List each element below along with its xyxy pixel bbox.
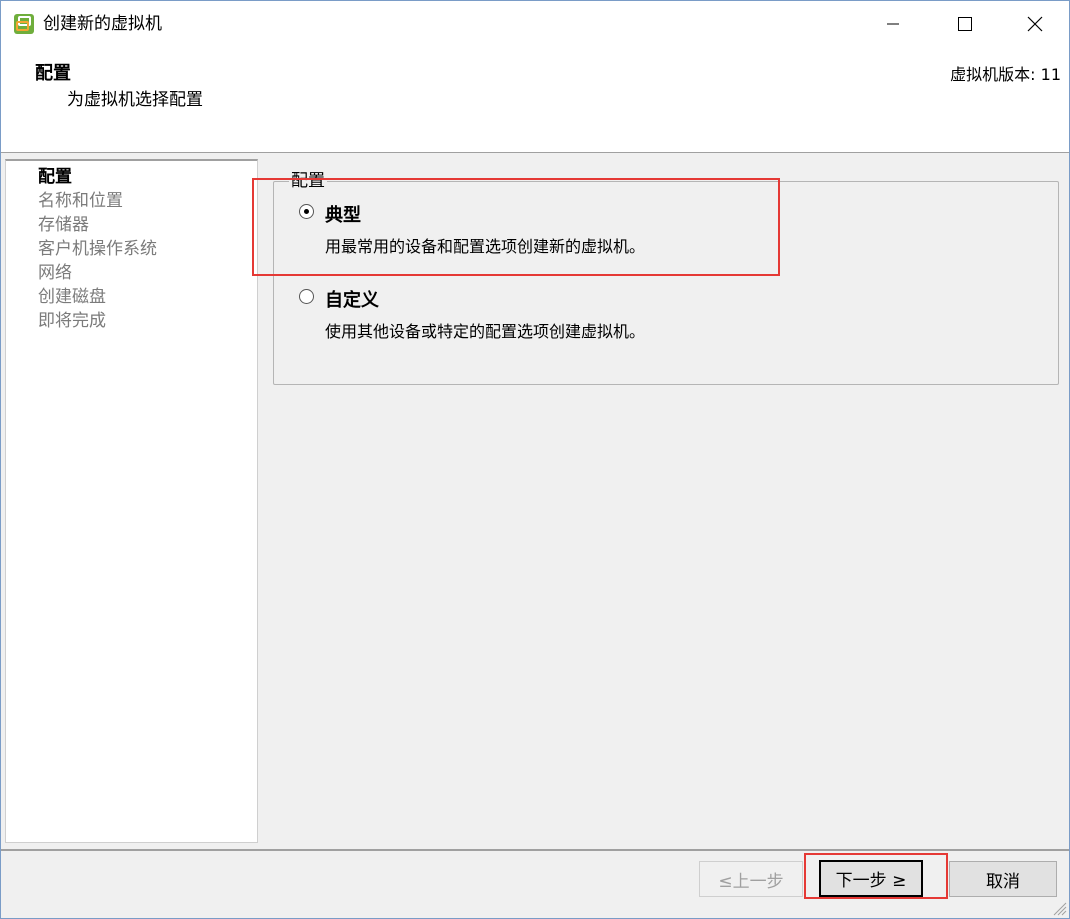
wizard-header: 配置 为虚拟机选择配置 虚拟机版本: 11 [1,49,1069,153]
step-network: 网络 [38,263,72,283]
close-button[interactable] [1007,1,1063,47]
step-name-location: 名称和位置 [38,191,123,211]
maximize-icon [958,17,972,31]
footer-divider [1,849,1069,851]
cancel-button[interactable]: 取消 [949,861,1057,897]
title-bar: 创建新的虚拟机 [1,1,1069,49]
step-config: 配置 [38,167,72,187]
custom-option-label[interactable]: 自定义 [325,286,379,312]
window-title: 创建新的虚拟机 [43,14,162,34]
close-icon [1027,16,1043,32]
vmware-icon [14,14,34,34]
vm-version-label: 虚拟机版本: 11 [950,65,1061,84]
custom-radio[interactable] [299,289,314,304]
highlight-next-button [804,853,948,899]
resize-grip-icon[interactable] [1051,900,1067,916]
page-title: 配置 [35,63,71,84]
page-subtitle: 为虚拟机选择配置 [67,90,203,110]
highlight-typical-option [252,178,780,276]
custom-option-description: 使用其他设备或特定的配置选项创建虚拟机。 [325,322,646,341]
step-storage: 存储器 [38,215,89,235]
maximize-button[interactable] [937,1,993,47]
wizard-steps-panel: 配置 名称和位置 存储器 客户机操作系统 网络 创建磁盘 即将完成 [5,159,258,843]
step-guest-os: 客户机操作系统 [38,239,157,259]
step-ready-complete: 即将完成 [38,311,106,331]
minimize-icon [887,23,899,25]
dialog-window: 创建新的虚拟机 配置 为虚拟机选择配置 虚拟机版本: 11 配置 名称和位置 存… [0,0,1070,919]
minimize-button[interactable] [865,1,921,47]
back-button[interactable]: ≤上一步 [699,861,803,897]
step-create-disk: 创建磁盘 [38,287,106,307]
